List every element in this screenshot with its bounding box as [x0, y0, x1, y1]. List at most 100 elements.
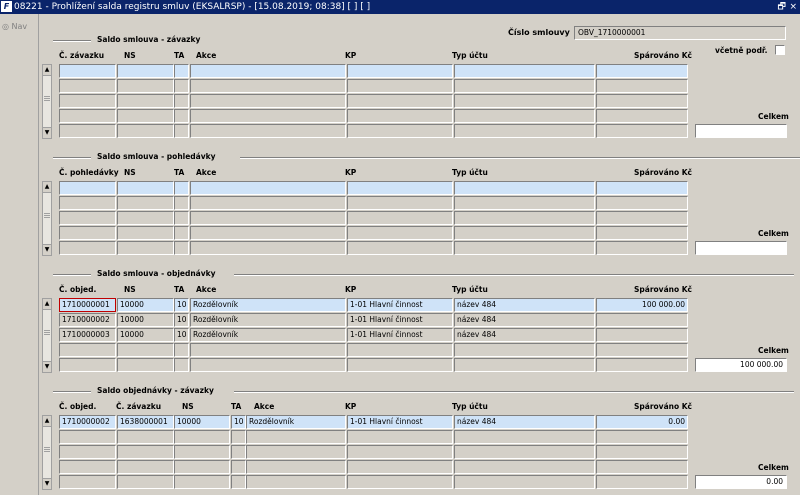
table-cell[interactable]: [596, 181, 688, 195]
table-cell[interactable]: Rozdělovník: [246, 415, 346, 429]
scroll-down-icon[interactable]: ▼: [43, 127, 51, 138]
table-cell[interactable]: [596, 226, 688, 240]
table-cell[interactable]: [174, 343, 189, 357]
table-cell[interactable]: [347, 241, 453, 255]
scroll-thumb[interactable]: [44, 95, 50, 101]
table-cell[interactable]: 1-01 Hlavní činnost: [347, 415, 453, 429]
table-cell[interactable]: [596, 430, 688, 444]
table-cell[interactable]: 1710000001: [59, 298, 116, 312]
table-cell[interactable]: [347, 181, 453, 195]
table-cell[interactable]: název 484: [454, 415, 595, 429]
table-cell[interactable]: [347, 430, 453, 444]
table-cell[interactable]: [117, 181, 174, 195]
table-cell[interactable]: [596, 94, 688, 108]
table-cell[interactable]: [59, 226, 116, 240]
scroll-down-icon[interactable]: ▼: [43, 361, 51, 372]
table-cell[interactable]: [190, 181, 346, 195]
table-cell[interactable]: [454, 445, 595, 459]
table-cell[interactable]: 1638000001: [117, 415, 174, 429]
table-cell[interactable]: [174, 226, 189, 240]
vertical-scrollbar[interactable]: ▲ ▼: [42, 415, 52, 490]
table-cell[interactable]: 10000: [174, 415, 230, 429]
total-field[interactable]: 0.00: [695, 475, 787, 489]
table-cell[interactable]: [190, 79, 346, 93]
table-cell[interactable]: [596, 64, 688, 78]
table-cell[interactable]: [174, 196, 189, 210]
table-cell[interactable]: Rozdělovník: [190, 328, 346, 342]
table-cell[interactable]: 1-01 Hlavní činnost: [347, 328, 453, 342]
table-cell[interactable]: [117, 124, 174, 138]
table-cell[interactable]: [596, 109, 688, 123]
table-cell[interactable]: [59, 445, 116, 459]
table-cell[interactable]: [347, 211, 453, 225]
table-cell[interactable]: [117, 64, 174, 78]
nav-button[interactable]: ◎ Nav: [2, 22, 27, 31]
table-cell[interactable]: [174, 241, 189, 255]
table-cell[interactable]: [59, 475, 116, 489]
table-cell[interactable]: [454, 181, 595, 195]
table-cell[interactable]: název 484: [454, 313, 595, 327]
vertical-scrollbar[interactable]: ▲ ▼: [42, 298, 52, 373]
table-cell[interactable]: [174, 211, 189, 225]
table-cell[interactable]: 1-01 Hlavní činnost: [347, 313, 453, 327]
table-cell[interactable]: [454, 475, 595, 489]
table-cell[interactable]: [59, 196, 116, 210]
total-field[interactable]: [695, 241, 787, 255]
table-cell[interactable]: [174, 181, 189, 195]
table-cell[interactable]: [347, 196, 453, 210]
table-cell[interactable]: [596, 460, 688, 474]
restore-icon[interactable]: 🗗: [778, 1, 786, 13]
table-cell[interactable]: [174, 358, 189, 372]
table-cell[interactable]: [59, 64, 116, 78]
scroll-up-icon[interactable]: ▲: [43, 182, 51, 193]
table-cell[interactable]: [454, 64, 595, 78]
close-icon[interactable]: ×: [789, 1, 797, 13]
table-cell[interactable]: Rozdělovník: [190, 313, 346, 327]
table-cell[interactable]: název 484: [454, 328, 595, 342]
table-cell[interactable]: [347, 445, 453, 459]
table-cell[interactable]: [190, 196, 346, 210]
table-cell[interactable]: [596, 358, 688, 372]
table-cell[interactable]: 10000: [117, 298, 174, 312]
table-cell[interactable]: [117, 226, 174, 240]
scroll-thumb[interactable]: [44, 446, 50, 452]
table-cell[interactable]: [117, 241, 174, 255]
table-cell[interactable]: [190, 226, 346, 240]
table-cell[interactable]: [231, 475, 246, 489]
table-cell[interactable]: [347, 109, 453, 123]
table-cell[interactable]: [59, 343, 116, 357]
table-cell[interactable]: [454, 226, 595, 240]
table-cell[interactable]: [596, 343, 688, 357]
table-cell[interactable]: 10: [174, 328, 189, 342]
table-cell[interactable]: [596, 124, 688, 138]
table-cell[interactable]: [59, 460, 116, 474]
table-cell[interactable]: 1710000002: [59, 415, 116, 429]
table-cell[interactable]: [117, 343, 174, 357]
table-cell[interactable]: 10000: [117, 313, 174, 327]
scroll-up-icon[interactable]: ▲: [43, 416, 51, 427]
table-cell[interactable]: [190, 109, 346, 123]
table-cell[interactable]: [117, 94, 174, 108]
table-cell[interactable]: [454, 196, 595, 210]
vertical-scrollbar[interactable]: ▲ ▼: [42, 64, 52, 139]
table-cell[interactable]: [454, 343, 595, 357]
table-cell[interactable]: [174, 109, 189, 123]
table-cell[interactable]: [246, 445, 346, 459]
table-cell[interactable]: [596, 211, 688, 225]
table-cell[interactable]: [454, 430, 595, 444]
table-cell[interactable]: [117, 475, 174, 489]
contract-number-field[interactable]: OBV_1710000001: [574, 26, 786, 40]
table-cell[interactable]: [596, 328, 688, 342]
table-cell[interactable]: [246, 475, 346, 489]
table-cell[interactable]: [117, 445, 174, 459]
table-cell[interactable]: [190, 124, 346, 138]
table-cell[interactable]: 0.00: [596, 415, 688, 429]
table-cell[interactable]: [246, 430, 346, 444]
table-cell[interactable]: [347, 79, 453, 93]
table-cell[interactable]: [117, 196, 174, 210]
table-cell[interactable]: [454, 460, 595, 474]
table-cell[interactable]: [190, 343, 346, 357]
table-cell[interactable]: [59, 358, 116, 372]
total-field[interactable]: 100 000.00: [695, 358, 787, 372]
table-cell[interactable]: [174, 445, 230, 459]
